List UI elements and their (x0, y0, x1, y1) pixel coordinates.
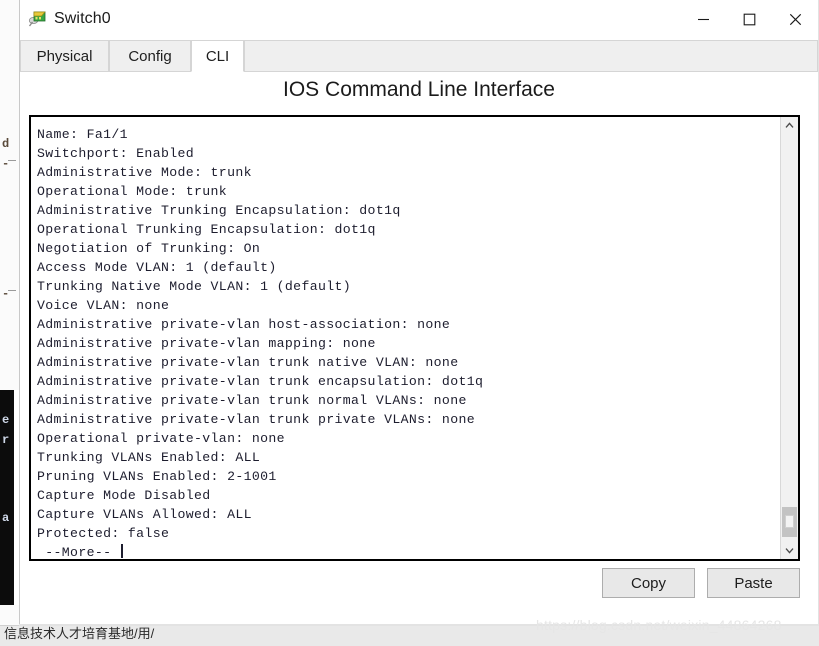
terminal-line: Trunking VLANs Enabled: ALL (37, 450, 261, 465)
window-controls (680, 0, 818, 38)
maximize-button[interactable] (726, 0, 772, 38)
terminal-line: Protected: false (37, 526, 170, 541)
scrollbar-thumb[interactable] (782, 507, 797, 537)
terminal-more-prompt: --More-- (37, 543, 778, 560)
background-glyph: a (2, 511, 10, 525)
background-glyph: - (2, 287, 10, 301)
cli-terminal[interactable]: Name: Fa1/1 Switchport: Enabled Administra… (29, 115, 800, 561)
terminal-cursor (121, 544, 124, 558)
terminal-line: Administrative private-vlan trunk privat… (37, 412, 475, 427)
more-prompt-label: --More-- (37, 545, 112, 560)
switch-device-icon (28, 9, 48, 29)
terminal-scrollbar[interactable] (780, 117, 798, 559)
terminal-line: Operational Trunking Encapsulation: dot1… (37, 222, 376, 237)
terminal-line: Access Mode VLAN: 1 (default) (37, 260, 277, 275)
background-glyph: r (2, 433, 10, 447)
terminal-line: Operational Mode: trunk (37, 184, 228, 199)
chevron-up-icon (785, 122, 794, 128)
background-taskbar-label: 信息技术人才培育基地/用/ (4, 626, 155, 641)
terminal-line: Name: Fa1/1 (37, 127, 128, 142)
terminal-line: Administrative private-vlan trunk normal… (37, 393, 467, 408)
scroll-up-button[interactable] (781, 117, 798, 134)
terminal-line: Voice VLAN: none (37, 298, 170, 313)
copy-button[interactable]: Copy (602, 568, 695, 598)
chevron-down-icon (785, 548, 794, 554)
terminal-line: Administrative private-vlan trunk encaps… (37, 374, 484, 389)
scroll-down-button[interactable] (781, 542, 798, 559)
tab-strip: Physical Config CLI (20, 38, 818, 72)
switch-device-window: Switch0 Physical Config CLI IOS Command … (19, 0, 819, 625)
window-title: Switch0 (54, 10, 111, 27)
minimize-button[interactable] (680, 0, 726, 38)
close-icon (789, 13, 801, 25)
terminal-line: Negotiation of Trunking: On (37, 241, 261, 256)
terminal-line: Switchport: Enabled (37, 146, 195, 161)
window-titlebar[interactable]: Switch0 (20, 0, 818, 38)
terminal-line: Administrative private-vlan host-associa… (37, 317, 451, 332)
terminal-output: Name: Fa1/1 Switchport: Enabled Administra… (37, 117, 778, 560)
terminal-line: Administrative Trunking Encapsulation: d… (37, 203, 401, 218)
paste-button[interactable]: Paste (707, 568, 800, 598)
close-button[interactable] (772, 0, 818, 38)
background-glyph: d (2, 137, 10, 151)
terminal-line: Trunking Native Mode VLAN: 1 (default) (37, 279, 352, 294)
terminal-action-buttons: Copy Paste (602, 568, 800, 598)
terminal-line: Pruning VLANs Enabled: 2-1001 (37, 469, 277, 484)
scrollbar-thumb-grip (785, 515, 794, 528)
maximize-icon (743, 13, 755, 25)
terminal-line: Administrative private-vlan mapping: non… (37, 336, 376, 351)
terminal-line: Capture Mode Disabled (37, 488, 211, 503)
tab-cli[interactable]: CLI (191, 40, 244, 72)
background-glyph: e (2, 413, 10, 427)
minimize-icon (697, 18, 709, 20)
terminal-line: Administrative Mode: trunk (37, 165, 252, 180)
tab-strip-filler (244, 40, 818, 71)
tab-config[interactable]: Config (109, 40, 191, 71)
background-glyph: - (2, 157, 10, 171)
screen-root: d - - er a 信息技术人才培育基地/用/ Switch0 Physical Co… (0, 0, 819, 646)
tab-physical[interactable]: Physical (20, 40, 109, 71)
watermark-text: https://blog.csdn.net/weixin_44864268 (536, 617, 782, 633)
terminal-line: Operational private-vlan: none (37, 431, 285, 446)
terminal-line: Administrative private-vlan trunk native… (37, 355, 459, 370)
cli-heading: IOS Command Line Interface (283, 78, 555, 101)
terminal-line: Capture VLANs Allowed: ALL (37, 507, 252, 522)
